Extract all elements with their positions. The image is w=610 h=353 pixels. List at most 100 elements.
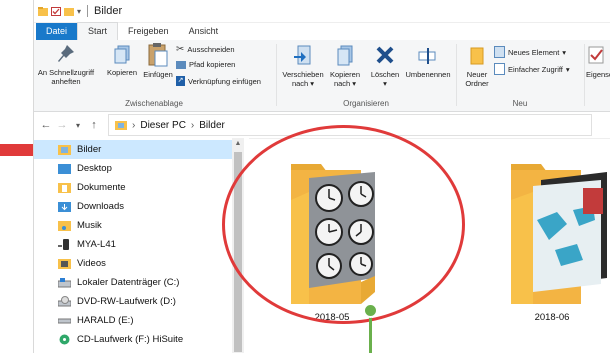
copy-to-icon — [337, 45, 353, 66]
nav-item-label: Videos — [77, 258, 106, 269]
copy-button[interactable]: Kopieren — [104, 44, 140, 77]
folder-item-2018-06[interactable]: 2018-06 — [497, 160, 607, 325]
easy-access-icon — [494, 63, 505, 75]
phone-device-icon — [58, 239, 69, 250]
customize-dropdown-icon[interactable]: ▾ — [77, 7, 81, 16]
nav-item-cd-f[interactable]: CD-Laufwerk (F:) HiSuite — [34, 330, 232, 349]
back-arrow-icon[interactable]: ← — [38, 119, 54, 131]
pin-quick-access-button[interactable]: An Schnellzugriff anheften — [36, 44, 96, 86]
easy-access-dropdown-icon: ▾ — [565, 64, 570, 74]
nav-item-musik[interactable]: Musik — [34, 216, 232, 235]
up-arrow-icon[interactable]: ↑ — [86, 119, 102, 131]
new-group: Neuer Ordner Neues Element ▾ Einfacher Z… — [458, 40, 582, 111]
nav-item-dvd-d[interactable]: DVD-RW-Laufwerk (D:) — [34, 292, 232, 311]
videos-folder-icon — [58, 259, 71, 269]
breadcrumb-separator-icon: › — [132, 119, 136, 131]
nav-item-desktop[interactable]: Desktop — [34, 159, 232, 178]
ribbon-tabs: Datei Start Freigeben Ansicht — [34, 22, 610, 41]
delete-x-icon — [376, 46, 394, 64]
pin-icon — [58, 45, 74, 62]
nav-item-dokumente[interactable]: Dokumente — [34, 178, 232, 197]
properties-button[interactable]: Eigensch — [586, 44, 610, 79]
paste-shortcut-icon: ↗ — [176, 76, 185, 86]
annotation-pointer-line — [369, 312, 372, 353]
group-divider — [456, 44, 457, 106]
copy-path-icon — [176, 60, 186, 69]
nav-item-label: Musik — [77, 220, 102, 231]
group-divider — [584, 44, 585, 106]
explorer-icon — [38, 6, 48, 16]
move-to-text: Verschieben nach — [282, 70, 324, 88]
nav-item-local-disk-c[interactable]: Lokaler Datenträger (C:) — [34, 273, 232, 292]
tab-ansicht[interactable]: Ansicht — [179, 23, 229, 40]
nav-item-bilder[interactable]: Bilder — [34, 140, 232, 159]
tab-freigeben[interactable]: Freigeben — [118, 23, 179, 40]
rename-icon — [418, 48, 436, 64]
pictures-folder-icon — [115, 121, 127, 130]
move-to-button[interactable]: Verschieben nach ▾ — [280, 44, 326, 88]
ribbon: An Schnellzugriff anheften Kopieren Einf… — [34, 40, 610, 112]
delete-button[interactable]: Löschen ▾ — [368, 44, 402, 88]
hard-drive-icon — [58, 278, 71, 288]
nav-item-label: Lokaler Datenträger (C:) — [77, 277, 180, 288]
copy-path-button[interactable]: Pfad kopieren — [176, 60, 235, 69]
navigation-pane: Bilder Desktop Dokumente Downloads Musik… — [34, 138, 249, 353]
delete-text: Löschen — [370, 70, 400, 79]
properties-checkmark-icon[interactable] — [51, 6, 61, 16]
copy-to-label: Kopieren nach ▾ — [329, 70, 361, 88]
quick-access-toolbar: ▾ — [38, 5, 89, 17]
properties-label: Eigensch — [586, 70, 610, 79]
annotation-highlight-circle — [222, 125, 465, 324]
rename-button[interactable]: Umbenennen — [402, 44, 454, 79]
folder-label: 2018-06 — [534, 312, 570, 323]
new-folder-icon — [470, 47, 484, 65]
paste-shortcut-button[interactable]: ↗ Verknüpfung einfügen — [176, 76, 261, 86]
new-group-label: Neu — [512, 99, 528, 108]
new-folder-icon[interactable] — [64, 7, 74, 16]
nav-item-label: CD-Laufwerk (F:) HiSuite — [77, 334, 184, 345]
nav-item-label: Dokumente — [77, 182, 126, 193]
group-divider — [276, 44, 277, 106]
rename-label: Umbenennen — [405, 70, 451, 79]
easy-access-label: Einfacher Zugriff — [508, 64, 563, 74]
easy-access-button[interactable]: Einfacher Zugriff ▾ — [494, 63, 570, 75]
new-item-button[interactable]: Neues Element ▾ — [494, 46, 566, 58]
desktop-folder-icon — [58, 164, 71, 174]
nav-item-label: HARALD (E:) — [77, 315, 134, 326]
breadcrumb-bilder[interactable]: Bilder — [199, 120, 225, 131]
copy-path-label: Pfad kopieren — [189, 60, 236, 69]
tab-start[interactable]: Start — [77, 22, 119, 40]
paste-shortcut-label: Verknüpfung einfügen — [188, 76, 261, 86]
copy-to-button[interactable]: Kopieren nach ▾ — [326, 44, 364, 88]
delete-label: Löschen ▾ — [370, 70, 400, 88]
documents-folder-icon — [58, 183, 71, 193]
organize-group-label: Organisieren — [343, 99, 389, 108]
new-item-icon — [494, 46, 505, 58]
scroll-up-chevron-icon[interactable]: ▲ — [232, 138, 244, 150]
paste-button[interactable]: Einfügen — [142, 42, 174, 79]
new-folder-button[interactable]: Neuer Ordner — [460, 44, 494, 88]
nav-item-mya-l41[interactable]: MYA-L41 — [34, 235, 232, 254]
organize-group: Verschieben nach ▾ Kopieren nach ▾ Lösch… — [278, 40, 454, 111]
properties-checkmark-icon — [588, 46, 604, 64]
nav-item-label: Downloads — [77, 201, 124, 212]
copy-to-text: Kopieren nach — [329, 70, 361, 88]
tab-datei[interactable]: Datei — [36, 23, 78, 40]
nav-item-downloads[interactable]: Downloads — [34, 197, 232, 216]
downloads-folder-icon — [58, 202, 71, 212]
cut-label: Ausschneiden — [187, 45, 235, 54]
pin-label: An Schnellzugriff anheften — [37, 68, 95, 86]
title-bar: ▾ Bilder — [34, 0, 610, 23]
cut-button[interactable]: ✂ Ausschneiden — [176, 44, 235, 55]
breadcrumb-dieser-pc[interactable]: Dieser PC — [140, 120, 186, 131]
nav-item-harald-e[interactable]: HARALD (E:) — [34, 311, 232, 330]
folder-thumbnail-photos — [511, 164, 607, 304]
title-divider — [87, 5, 89, 17]
copy-label: Kopieren — [106, 68, 138, 77]
nav-item-label: Desktop — [77, 163, 112, 174]
forward-arrow-icon[interactable]: → — [54, 119, 70, 131]
new-item-dropdown-icon: ▾ — [562, 47, 567, 57]
nav-item-videos[interactable]: Videos — [34, 254, 232, 273]
dvd-drive-icon — [58, 296, 71, 307]
recent-locations-chevron-icon[interactable]: ▾ — [70, 121, 86, 130]
